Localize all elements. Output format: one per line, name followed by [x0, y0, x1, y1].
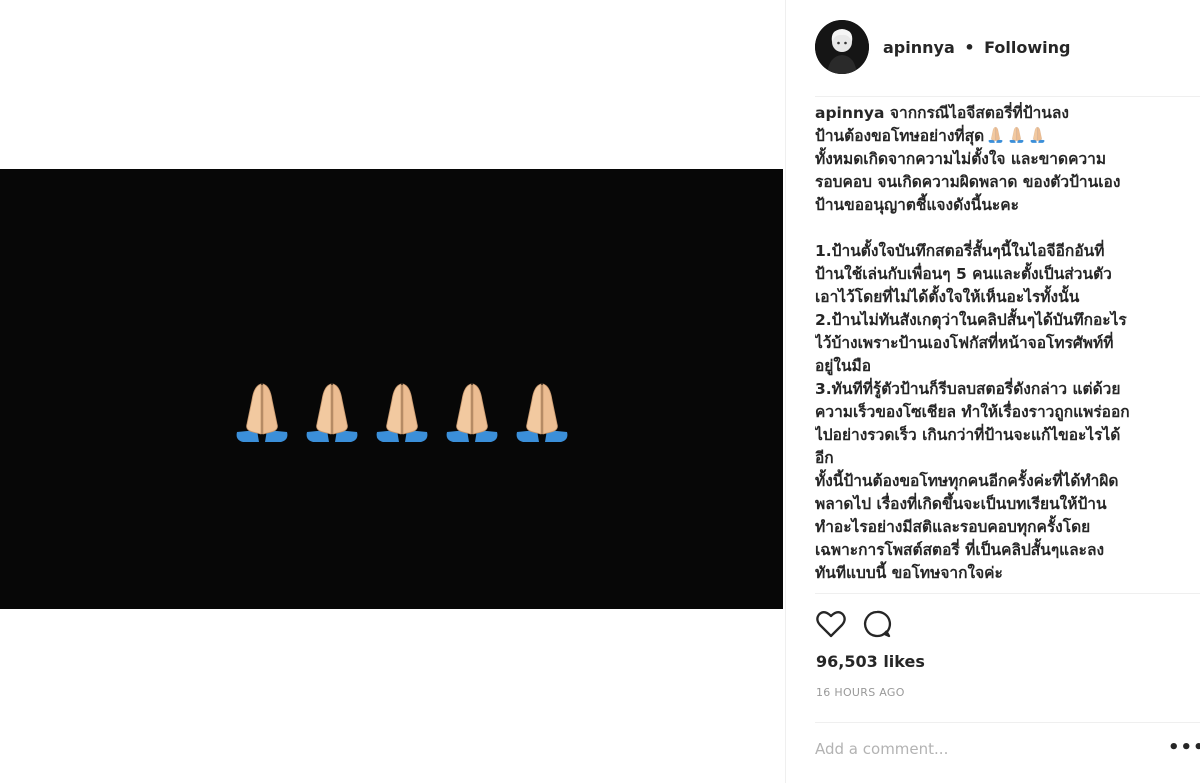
heart-icon[interactable]	[815, 608, 847, 640]
caption-line: อยู่ในมือ	[815, 355, 1193, 378]
caption-text: ทั้งหมดเกิดจากความไม่ตั้งใจ และขาดความ	[815, 150, 1107, 168]
comment-input[interactable]	[815, 736, 1145, 762]
caption-text: เอาไว้โดยที่ไม่ได้ตั้งใจให้เห็นอะไรทั้งน…	[815, 288, 1080, 306]
caption-text: 3.ทันทีที่รู้ตัวป้านก็รีบลบสตอรี่ดังกล่า…	[815, 380, 1121, 398]
caption-line: ทั้งหมดเกิดจากความไม่ตั้งใจ และขาดความ	[815, 148, 1193, 171]
caption-line: 1.ป้านตั้งใจบันทึกสตอรี่สั้นๆนี้ในไอจีอี…	[815, 240, 1193, 263]
caption-text: ไว้บ้างเพราะป้านเองโฟกัสที่หน้าจอโทรศัพท…	[815, 334, 1114, 352]
caption-text: ทันทีแบบนี้ ขอโทษจากใจค่ะ	[815, 564, 1003, 582]
caption-username[interactable]: apinnya	[815, 104, 885, 122]
caption-text: 1.ป้านตั้งใจบันทึกสตอรี่สั้นๆนี้ในไอจีอี…	[815, 242, 1105, 260]
caption-text: พลาดไป เรื่องที่เกิดขึ้นจะเป็นบทเรียนให้…	[815, 495, 1107, 513]
caption-text: อีก	[815, 449, 834, 467]
caption-text: อยู่ในมือ	[815, 357, 872, 375]
caption-line: 2.ป้านไม่ทันสังเกตุว่าในคลิปสั้นๆได้บันท…	[815, 309, 1193, 332]
post-header: apinnya • Following	[815, 20, 1070, 74]
following-button[interactable]: Following	[984, 38, 1070, 57]
emoji-row	[227, 380, 577, 446]
caption-line: พลาดไป เรื่องที่เกิดขึ้นจะเป็นบทเรียนให้…	[815, 493, 1193, 516]
caption-text: ป้านต้องขอโทษอย่างที่สุด	[815, 127, 985, 145]
folded-hands-icon	[437, 380, 507, 446]
caption-line: เอาไว้โดยที่ไม่ได้ตั้งใจให้เห็นอะไรทั้งน…	[815, 286, 1193, 309]
folded-hands-icon	[1005, 126, 1026, 145]
header-divider	[815, 96, 1200, 97]
folded-hands-icon	[367, 380, 437, 446]
caption: apinnya จากกรณีไอจีสตอรี่ที่ป้านลง ป้านต…	[815, 102, 1193, 592]
action-bar	[815, 608, 893, 640]
caption-line: เฉพาะการโพสต์สตอรี่ ที่เป็นคลิปสั้นๆและล…	[815, 539, 1193, 562]
header-text: apinnya • Following	[883, 38, 1070, 57]
folded-hands-icon	[507, 380, 577, 446]
folded-hands-icon	[1026, 126, 1047, 145]
comment-bubble-icon[interactable]	[861, 608, 893, 640]
user-avatar-icon[interactable]	[815, 20, 869, 74]
divider	[785, 0, 786, 783]
caption-line: ไว้บ้างเพราะป้านเองโฟกัสที่หน้าจอโทรศัพท…	[815, 332, 1193, 355]
caption-first-line: apinnya จากกรณีไอจีสตอรี่ที่ป้านลง	[815, 102, 1193, 125]
caption-text: ไปอย่างรวดเร็ว เกินกว่าที่ป้านจะแก้ไขอะไ…	[815, 426, 1121, 444]
more-options-icon[interactable]: •••	[1168, 735, 1200, 761]
caption-text: รอบคอบ จนเกิดความผิดพลาด ของตัวป้านเอง	[815, 173, 1121, 191]
caption-line: ความเร็วของโซเชียล ทำให้เรื่องราวถูกแพร่…	[815, 401, 1193, 424]
caption-divider	[815, 593, 1200, 594]
caption-line: อีก	[815, 447, 1193, 470]
header-username[interactable]: apinnya	[883, 38, 955, 57]
caption-line: ทันทีแบบนี้ ขอโทษจากใจค่ะ	[815, 562, 1193, 585]
caption-text: ความเร็วของโซเชียล ทำให้เรื่องราวถูกแพร่…	[815, 403, 1130, 421]
caption-line: ป้านต้องขอโทษอย่างที่สุด	[815, 125, 1193, 148]
folded-hands-icon	[227, 380, 297, 446]
folded-hands-icon	[984, 126, 1005, 145]
caption-text: 2.ป้านไม่ทันสังเกตุว่าในคลิปสั้นๆได้บันท…	[815, 311, 1127, 329]
caption-line: ทำอะไรอย่างมีสติและรอบคอบทุกครั้งโดย	[815, 516, 1193, 539]
comment-divider	[815, 722, 1200, 723]
likes-count[interactable]: 96,503 likes	[816, 652, 925, 671]
caption-line: 3.ทันทีที่รู้ตัวป้านก็รีบลบสตอรี่ดังกล่า…	[815, 378, 1193, 401]
caption-text: ป้านขออนุญาตชี้แจงดังนี้นะคะ	[815, 196, 1019, 214]
caption-line: ทั้งนี้ป้านต้องขอโทษทุกคนอีกครั้งค่ะที่ไ…	[815, 470, 1193, 493]
caption-text: ป้านใช้เล่นกับเพื่อนๆ 5 คนและตั้งเป็นส่ว…	[815, 265, 1112, 283]
caption-text: ทำอะไรอย่างมีสติและรอบคอบทุกครั้งโดย	[815, 518, 1091, 536]
caption-first-text: จากกรณีไอจีสตอรี่ที่ป้านลง	[889, 104, 1069, 122]
caption-line: ป้านใช้เล่นกับเพื่อนๆ 5 คนและตั้งเป็นส่ว…	[815, 263, 1193, 286]
caption-line: รอบคอบ จนเกิดความผิดพลาด ของตัวป้านเอง	[815, 171, 1193, 194]
header-separator: •	[964, 37, 975, 57]
post-timestamp[interactable]: 16 HOURS AGO	[816, 686, 905, 699]
caption-line	[815, 217, 1193, 240]
caption-line: ไปอย่างรวดเร็ว เกินกว่าที่ป้านจะแก้ไขอะไ…	[815, 424, 1193, 447]
folded-hands-icon	[297, 380, 367, 446]
caption-text: เฉพาะการโพสต์สตอรี่ ที่เป็นคลิปสั้นๆและล…	[815, 541, 1105, 559]
caption-line: ป้านขออนุญาตชี้แจงดังนี้นะคะ	[815, 194, 1193, 217]
caption-text: ทั้งนี้ป้านต้องขอโทษทุกคนอีกครั้งค่ะที่ไ…	[815, 472, 1119, 490]
